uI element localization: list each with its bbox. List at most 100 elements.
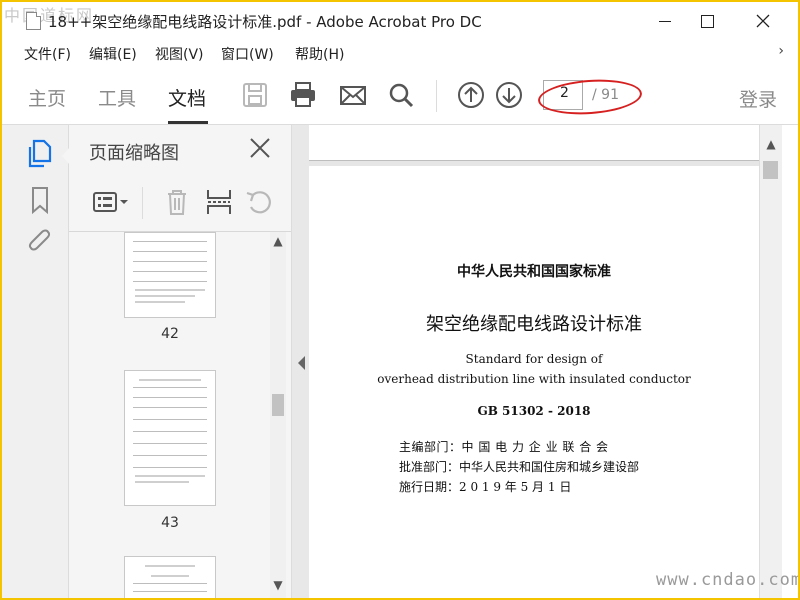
thumbnail-scrollbar[interactable]: ▲ ▼ [270, 232, 286, 598]
thumbnail-label-42: 42 [161, 326, 179, 342]
insert-page-icon [207, 190, 231, 214]
document-scrollbar[interactable]: ▲ [759, 125, 782, 598]
email-button[interactable] [338, 80, 368, 110]
bookmark-icon [32, 187, 48, 215]
mini-text [135, 295, 195, 297]
thumbnail-list: 42 43 [69, 232, 272, 598]
thumbnail-scroll-thumb[interactable] [272, 394, 284, 416]
main-toolbar: 主页 工具 文档 2 / 91 登录 [2, 68, 798, 125]
panel-toolbar [69, 177, 291, 232]
app-window: 中国道标网 18++架空绝缘配电线路设计标准.pdf - Adobe Acrob… [0, 0, 800, 600]
mini-text [135, 475, 205, 477]
menu-bar: 文件(F) 编辑(E) 视图(V) 窗口(W) 帮助(H) › [2, 40, 798, 66]
thumbnail-page-44[interactable] [124, 556, 216, 598]
doc-scroll-thumb[interactable] [763, 161, 778, 179]
delete-page-button[interactable] [161, 187, 193, 217]
next-page-button[interactable] [494, 80, 524, 110]
doc-chief-editor: 主编部门：中 国 电 力 企 业 联 合 会 [399, 440, 609, 454]
mini-rule [133, 271, 207, 272]
mini-rule [133, 281, 207, 282]
menu-overflow-icon[interactable]: › [778, 43, 784, 59]
collapse-panel-icon[interactable] [298, 356, 305, 370]
arrow-down-circle-icon [496, 82, 522, 108]
attachments-nav-button[interactable] [26, 227, 54, 257]
menu-file[interactable]: 文件(F) [24, 44, 71, 64]
minimize-icon [659, 20, 671, 22]
mini-rule [133, 431, 207, 432]
scroll-down-icon[interactable]: ▼ [270, 578, 286, 592]
mini-rule [133, 419, 207, 420]
doc-standard-code: GB 51302 - 2018 [477, 404, 591, 418]
toolbar-divider [436, 80, 437, 112]
menu-help[interactable]: 帮助(H) [295, 44, 344, 64]
doc-scroll-up-icon[interactable]: ▲ [763, 137, 779, 151]
mini-rule [133, 591, 207, 592]
previous-page-button[interactable] [456, 80, 486, 110]
mini-rule [133, 241, 207, 242]
mini-rule [133, 251, 207, 252]
thumbnail-page-42[interactable] [124, 232, 216, 318]
close-window-button[interactable] [750, 8, 776, 34]
mini-text [135, 289, 205, 291]
insert-page-button[interactable] [203, 187, 235, 217]
mini-rule [133, 387, 207, 388]
current-page: 中华人民共和国国家标准 架空绝缘配电线路设计标准 Standard for de… [309, 166, 759, 598]
print-button[interactable] [288, 80, 318, 110]
mini-text [135, 481, 189, 483]
mini-rule [133, 407, 207, 408]
doc-heading: 中华人民共和国国家标准 [457, 264, 611, 280]
mini-rule [133, 443, 207, 444]
options-menu-icon [93, 192, 128, 212]
login-link[interactable]: 登录 [739, 85, 777, 112]
minimize-button[interactable] [652, 8, 678, 34]
pages-icon [28, 139, 52, 168]
window-title: 18++架空绝缘配电线路设计标准.pdf - Adobe Acrobat Pro… [48, 13, 482, 31]
mini-rule [133, 261, 207, 262]
left-nav-rail [2, 125, 69, 598]
tab-home[interactable]: 主页 [28, 84, 66, 111]
printer-icon [291, 82, 315, 107]
menu-edit[interactable]: 编辑(E) [89, 44, 137, 64]
mini-text [151, 575, 189, 577]
bookmarks-nav-button[interactable] [26, 185, 54, 215]
doc-effective-date: 施行日期：2 0 1 9 年 5 月 1 日 [399, 480, 572, 494]
doc-english-line-2: overhead distribution line with insulate… [377, 372, 691, 386]
paperclip-icon [28, 229, 51, 251]
maximize-button[interactable] [694, 8, 720, 34]
mini-rule [133, 455, 207, 456]
menu-window[interactable]: 窗口(W) [221, 44, 274, 64]
tab-document[interactable]: 文档 [168, 84, 206, 111]
thumbnail-page-43[interactable] [124, 370, 216, 506]
close-icon [250, 138, 270, 158]
thumbnail-options-button[interactable] [91, 187, 131, 217]
menu-view[interactable]: 视图(V) [155, 44, 204, 64]
previous-page-bottom [309, 125, 759, 161]
panel-tool-divider [142, 187, 143, 219]
doc-approval-dept: 批准部门：中华人民共和国住房和城乡建设部 [399, 460, 640, 474]
watermark-bottom: www.cndao.com [656, 570, 800, 590]
tab-tools[interactable]: 工具 [98, 84, 136, 111]
active-tab-indicator [168, 121, 208, 124]
mini-rule [133, 583, 207, 584]
rotate-icon [246, 191, 271, 214]
page-thumbnails-nav-button[interactable] [26, 139, 54, 169]
title-bar: 中国道标网 18++架空绝缘配电线路设计标准.pdf - Adobe Acrob… [2, 2, 798, 40]
trash-icon [168, 190, 186, 215]
save-button[interactable] [240, 80, 270, 110]
doc-title: 架空绝缘配电线路设计标准 [426, 314, 642, 335]
pdf-file-icon [26, 12, 41, 30]
mini-rule [133, 467, 207, 468]
close-panel-button[interactable] [247, 135, 273, 161]
scroll-up-icon[interactable]: ▲ [270, 234, 286, 248]
search-icon [389, 83, 414, 108]
search-button[interactable] [386, 80, 416, 110]
close-icon [756, 14, 770, 28]
page-thumbnails-panel: 页面缩略图 42 43 ▲ ▼ [69, 125, 291, 598]
mini-text [139, 379, 201, 381]
maximize-icon [700, 14, 714, 28]
mail-icon [340, 86, 366, 105]
arrow-up-circle-icon [458, 82, 484, 108]
thumbnail-label-43: 43 [161, 515, 179, 531]
save-icon [243, 83, 267, 107]
rotate-page-button[interactable] [243, 187, 275, 217]
